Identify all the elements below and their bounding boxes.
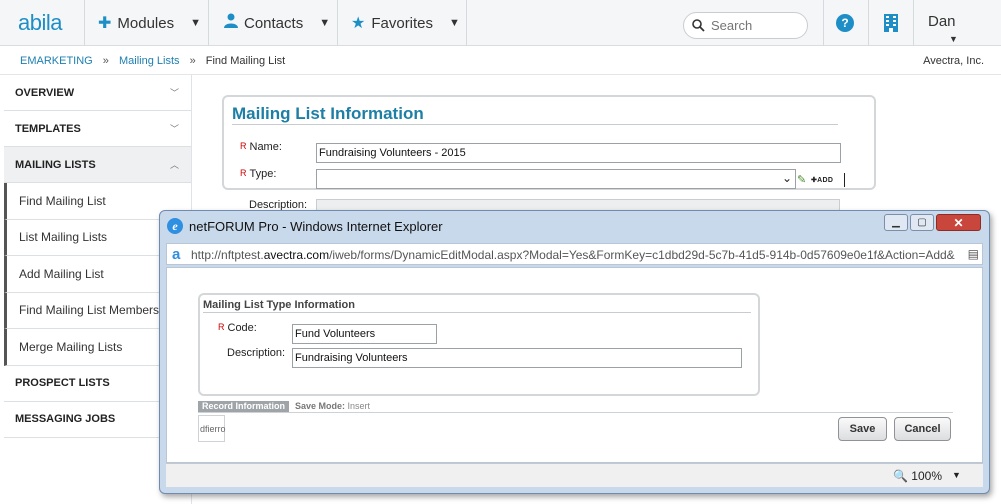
nav-divider	[823, 0, 824, 46]
url-rest: /iweb/forms/DynamicEditModal.aspx?Modal=…	[329, 248, 955, 262]
help-icon[interactable]: ?	[836, 14, 854, 32]
breadcrumb-separator: »	[189, 55, 196, 67]
nav-modules-label: Modules	[117, 14, 175, 32]
url-domain: avectra.com	[263, 248, 330, 262]
name-label-text: Name:	[249, 141, 282, 153]
record-information-tab[interactable]: Record Information	[198, 401, 290, 412]
pencil-icon[interactable]: ✎	[797, 173, 806, 186]
page-icon: a	[172, 246, 181, 263]
nav-divider	[337, 0, 338, 46]
name-label: R Name:	[240, 141, 282, 153]
type-label: R Type:	[240, 168, 276, 180]
breadcrumb: EMARKETING » Mailing Lists » Find Mailin…	[20, 55, 285, 67]
code-label-text: Code:	[227, 322, 257, 334]
sidebar-section-templates[interactable]: TEMPLATES ﹀	[4, 111, 191, 147]
sidebar-section-label: TEMPLATES	[15, 122, 81, 135]
breadcrumb-separator: »	[102, 55, 109, 67]
required-marker: R	[240, 168, 247, 178]
dialog-content: Mailing List Type Information RCode: Des…	[166, 267, 983, 463]
mailing-list-type-fieldset: Mailing List Type Information RCode: Des…	[198, 293, 760, 396]
save-button[interactable]: Save	[838, 417, 887, 441]
nav-divider	[913, 0, 914, 46]
status-bar: 🔍 100% ▼	[166, 463, 983, 487]
nav-divider	[208, 0, 209, 46]
abila-logo[interactable]: abila	[18, 10, 62, 36]
nav-modules[interactable]: ✚ Modules ▼	[98, 0, 201, 46]
required-marker: R	[218, 322, 225, 332]
fieldset-divider	[203, 312, 751, 313]
save-mode-label: Save Mode:	[295, 401, 346, 411]
code-input[interactable]	[292, 324, 437, 344]
zoom-level: 100%	[911, 469, 942, 483]
nav-divider	[868, 0, 869, 46]
name-input[interactable]	[316, 143, 841, 163]
add-type-link[interactable]: ✚ADD	[811, 176, 833, 184]
type-label-text: Type:	[249, 168, 277, 180]
ie-dialog-window: e netFORUM Pro - Windows Internet Explor…	[159, 210, 990, 494]
nav-contacts[interactable]: Contacts ▼	[224, 0, 330, 46]
required-marker: R	[240, 141, 247, 151]
sidebar-section-overview[interactable]: OVERVIEW ﹀	[4, 75, 191, 111]
close-button[interactable]: ✕	[936, 214, 981, 231]
search-input[interactable]	[711, 18, 801, 33]
sidebar-section-label: MAILING LISTS	[15, 158, 96, 171]
breadcrumb-mailing-lists[interactable]: Mailing Lists	[119, 55, 180, 67]
zoom-control[interactable]: 🔍 100%	[893, 469, 942, 483]
panel-title: Mailing List Information	[232, 104, 424, 123]
breadcrumb-emarketing[interactable]: EMARKETING	[20, 55, 93, 67]
type-select[interactable]: ⌄	[316, 169, 796, 189]
puzzle-icon: ✚	[98, 15, 112, 32]
chevron-down-icon: ▼	[190, 17, 201, 29]
person-icon	[224, 13, 238, 33]
chevron-down-icon: ﹀	[169, 88, 179, 98]
ie-logo-icon: e	[167, 218, 183, 234]
chevron-down-icon[interactable]: ▼	[949, 34, 958, 44]
chevron-down-icon: ▼	[449, 17, 460, 29]
chevron-up-icon: ︿	[169, 160, 179, 170]
sidebar-section-mailing-lists[interactable]: MAILING LISTS ︿	[4, 147, 191, 183]
add-type-label: ADD	[817, 177, 834, 184]
nav-divider	[466, 0, 467, 46]
chevron-down-icon[interactable]: ▼	[952, 470, 961, 480]
panel-divider	[232, 124, 838, 125]
nav-favorites-label: Favorites	[371, 14, 434, 32]
dialog-title: netFORUM Pro - Windows Internet Explorer	[189, 219, 443, 234]
url-prefix: http://nftptest.	[191, 248, 264, 262]
nav-contacts-label: Contacts	[244, 14, 304, 32]
text-cursor	[844, 173, 845, 187]
chevron-down-icon: ⌄	[781, 171, 792, 185]
search-box[interactable]	[683, 12, 808, 39]
cancel-button[interactable]: Cancel	[894, 417, 951, 441]
zoom-icon: 🔍	[893, 469, 908, 483]
building-icon[interactable]	[883, 13, 899, 33]
record-information-bar: Record Information Save Mode: Insert	[198, 401, 953, 413]
address-url[interactable]: http://nftptest.avectra.com/iweb/forms/D…	[191, 248, 963, 262]
star-icon: ★	[351, 15, 366, 32]
address-bar[interactable]: a http://nftptest.avectra.com/iweb/forms…	[166, 243, 983, 265]
dialog-titlebar[interactable]: e netFORUM Pro - Windows Internet Explor…	[160, 211, 989, 241]
chevron-down-icon: ﹀	[169, 124, 179, 134]
record-user: dfierro	[198, 415, 226, 442]
top-navigation-bar: abila ✚ Modules ▼ Contacts ▼ ★ Favorites…	[0, 0, 1001, 46]
minimize-button[interactable]: ▁	[884, 214, 908, 231]
organization-name: Avectra, Inc.	[923, 55, 984, 67]
user-menu[interactable]: Dan	[928, 13, 956, 30]
search-icon	[692, 19, 705, 32]
dialog-description-input[interactable]	[292, 348, 742, 368]
chevron-down-icon: ▼	[319, 17, 331, 29]
sidebar-section-label: OVERVIEW	[15, 86, 75, 99]
save-mode-value: Insert	[347, 401, 371, 411]
save-mode: Save Mode: Insert	[295, 401, 370, 412]
breadcrumb-bar: EMARKETING » Mailing Lists » Find Mailin…	[0, 47, 1001, 75]
fieldset-title: Mailing List Type Information	[203, 299, 355, 311]
nav-divider	[84, 0, 85, 46]
maximize-button[interactable]: ▢	[910, 214, 934, 231]
nav-favorites[interactable]: ★ Favorites ▼	[351, 0, 460, 46]
dialog-description-label: Description:	[227, 347, 286, 359]
document-icon: ▤	[967, 247, 979, 261]
code-label: R Code:	[218, 322, 257, 334]
breadcrumb-current: Find Mailing List	[205, 55, 286, 67]
